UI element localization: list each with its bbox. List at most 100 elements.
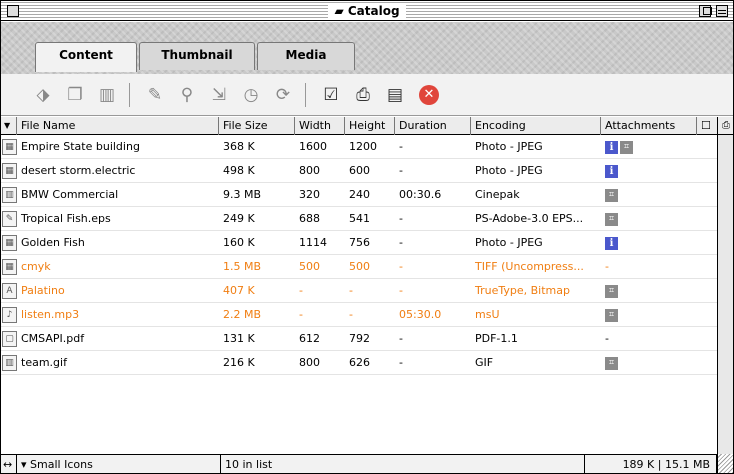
table-row[interactable]: ▢ CMSAPI.pdf 131 K 612 792 - PDF-1.1 - bbox=[1, 327, 717, 351]
cell-size: 407 K bbox=[223, 284, 255, 297]
toolbar: ⬗ ❐ ▥ ✎ ⚲ ⇲ ◷ ⟳ ☑ ⎙ ▤ ✕ bbox=[1, 74, 733, 116]
eps-file-icon: ✎ bbox=[2, 211, 17, 227]
col-file-size[interactable]: File Size bbox=[219, 117, 295, 135]
cell-encoding: Photo - JPEG bbox=[475, 236, 543, 249]
cell-name: cmyk bbox=[21, 260, 51, 273]
cell-name: Empire State building bbox=[21, 140, 140, 153]
cell-attachments: ⌗ bbox=[601, 183, 697, 207]
file-list: ▼ File Name File Size Width Height Durat… bbox=[1, 117, 717, 454]
audio-file-icon: ♪ bbox=[2, 307, 17, 323]
cell-duration: - bbox=[399, 356, 403, 369]
picture-file-icon: ▦ bbox=[2, 139, 17, 155]
move-icon[interactable]: ⇲ bbox=[205, 82, 233, 108]
table-row[interactable]: ♪ listen.mp3 2.2 MB - - 05:30.0 msU ⌗ bbox=[1, 303, 717, 327]
cell-duration: - bbox=[399, 236, 403, 249]
info-attachment-icon[interactable]: i bbox=[605, 164, 618, 178]
resize-grip[interactable] bbox=[717, 454, 733, 473]
trash-icon[interactable]: ▥ bbox=[93, 82, 121, 108]
table-row[interactable]: ▦ Golden Fish 160 K 1114 756 - Photo - JPEG i bbox=[1, 231, 717, 255]
cell-size: 131 K bbox=[223, 332, 255, 345]
cell-width: 800 bbox=[299, 164, 320, 177]
lock-icon[interactable]: ⎙ bbox=[718, 117, 733, 135]
cell-duration: - bbox=[399, 140, 403, 153]
cell-encoding: TrueType, Bitmap bbox=[475, 284, 570, 297]
preview-attachment-icon[interactable]: ⌗ bbox=[605, 212, 618, 226]
cell-height: 1200 bbox=[349, 140, 377, 153]
col-width[interactable]: Width bbox=[295, 117, 345, 135]
view-mode-popup[interactable]: ▾ Small Icons bbox=[17, 455, 221, 473]
cell-duration: - bbox=[399, 284, 403, 297]
cell-height: 600 bbox=[349, 164, 370, 177]
item-count: 10 in list bbox=[221, 455, 585, 473]
title-bar[interactable]: ▰ Catalog bbox=[1, 1, 733, 21]
cell-name: Palatino bbox=[21, 284, 65, 297]
vertical-scrollbar[interactable]: ⎙ bbox=[717, 117, 733, 454]
column-picker-icon[interactable]: ☐ bbox=[697, 117, 717, 135]
cell-attachments: i bbox=[601, 159, 697, 183]
catalog-window: ▰ Catalog Content Thumbnail Media ⬗ ❐ ▥ … bbox=[0, 0, 734, 474]
col-duration[interactable]: Duration bbox=[395, 117, 471, 135]
table-row[interactable]: A Palatino 407 K - - - TrueType, Bitmap ⌗ bbox=[1, 279, 717, 303]
toolbar-divider bbox=[129, 83, 130, 107]
tab-media[interactable]: Media bbox=[257, 42, 355, 70]
stop-icon[interactable]: ✕ bbox=[415, 82, 443, 108]
cell-height: 626 bbox=[349, 356, 370, 369]
table-row[interactable]: ▥ BMW Commercial 9.3 MB 320 240 00:30.6 Cinepa… bbox=[1, 183, 717, 207]
info-attachment-icon[interactable]: i bbox=[605, 236, 618, 250]
tab-thumbnail[interactable]: Thumbnail bbox=[139, 42, 255, 70]
sync-icon[interactable]: ⟳ bbox=[269, 82, 297, 108]
open-folder-icon[interactable]: ❐ bbox=[61, 82, 89, 108]
col-encoding[interactable]: Encoding bbox=[471, 117, 601, 135]
cell-size: 160 K bbox=[223, 236, 255, 249]
cell-height: 792 bbox=[349, 332, 370, 345]
cell-height: 756 bbox=[349, 236, 370, 249]
cell-name: Golden Fish bbox=[21, 236, 85, 249]
cell-encoding: Photo - JPEG bbox=[475, 140, 543, 153]
no-attachment: - bbox=[605, 332, 609, 345]
edit-tag-icon[interactable]: ✎ bbox=[141, 82, 169, 108]
cell-encoding: Cinepak bbox=[475, 188, 520, 201]
table-row[interactable]: ▦ desert storm.electric 498 K 800 600 - Photo … bbox=[1, 159, 717, 183]
info-attachment-icon[interactable]: i bbox=[605, 140, 618, 154]
cell-duration: - bbox=[399, 332, 403, 345]
col-height[interactable]: Height bbox=[345, 117, 395, 135]
cell-height: - bbox=[349, 284, 353, 297]
find-icon[interactable]: ⚲ bbox=[173, 82, 201, 108]
print-icon[interactable]: ⎙ bbox=[349, 82, 377, 108]
zoom-box[interactable] bbox=[699, 5, 712, 17]
cell-duration: 05:30.0 bbox=[399, 308, 442, 321]
cell-duration: 00:30.6 bbox=[399, 188, 442, 201]
cell-height: 240 bbox=[349, 188, 370, 201]
collapse-box[interactable] bbox=[716, 5, 728, 17]
sort-order-button[interactable]: ▼ bbox=[1, 117, 17, 135]
preview-attachment-icon[interactable]: ⌗ bbox=[605, 284, 618, 298]
preview-attachment-icon[interactable]: ⌗ bbox=[605, 356, 618, 370]
preview-attachment-icon[interactable]: ⌗ bbox=[605, 308, 618, 322]
cell-width: - bbox=[299, 284, 303, 297]
cell-height: - bbox=[349, 308, 353, 321]
cell-size: 9.3 MB bbox=[223, 188, 262, 201]
cell-attachments: i bbox=[601, 231, 697, 255]
table-row[interactable]: ▦ Empire State building 368 K 1600 1200 - Phot… bbox=[1, 135, 717, 159]
preview-attachment-icon[interactable]: ⌗ bbox=[605, 188, 618, 202]
get-info-icon[interactable]: ☑ bbox=[317, 82, 345, 108]
cell-width: 688 bbox=[299, 212, 320, 225]
view-toggle-icon[interactable]: ↔ bbox=[1, 455, 17, 473]
cell-attachments: ⌗ bbox=[601, 279, 697, 303]
cell-attachments: - bbox=[601, 255, 697, 279]
cell-encoding: GIF bbox=[475, 356, 494, 369]
table-row[interactable]: ▦ cmyk 1.5 MB 500 500 - TIFF (Uncompress... - bbox=[1, 255, 717, 279]
time-icon[interactable]: ◷ bbox=[237, 82, 265, 108]
table-row[interactable]: ▥ team.gif 216 K 800 626 - GIF ⌗ bbox=[1, 351, 717, 375]
col-attachments[interactable]: Attachments bbox=[601, 117, 697, 135]
col-file-name[interactable]: File Name bbox=[17, 117, 219, 135]
cell-encoding: PS-Adobe-3.0 EPS... bbox=[475, 212, 584, 225]
cell-width: 1114 bbox=[299, 236, 327, 249]
preview-attachment-icon[interactable]: ⌗ bbox=[620, 140, 633, 154]
cell-encoding: Photo - JPEG bbox=[475, 164, 543, 177]
book-icon: ▰ bbox=[334, 4, 344, 18]
catalog-add-icon[interactable]: ⬗ bbox=[29, 82, 57, 108]
table-row[interactable]: ✎ Tropical Fish.eps 249 K 688 541 - PS-Adobe-3… bbox=[1, 207, 717, 231]
clapper-icon[interactable]: ▤ bbox=[381, 82, 409, 108]
tab-content[interactable]: Content bbox=[35, 42, 137, 72]
